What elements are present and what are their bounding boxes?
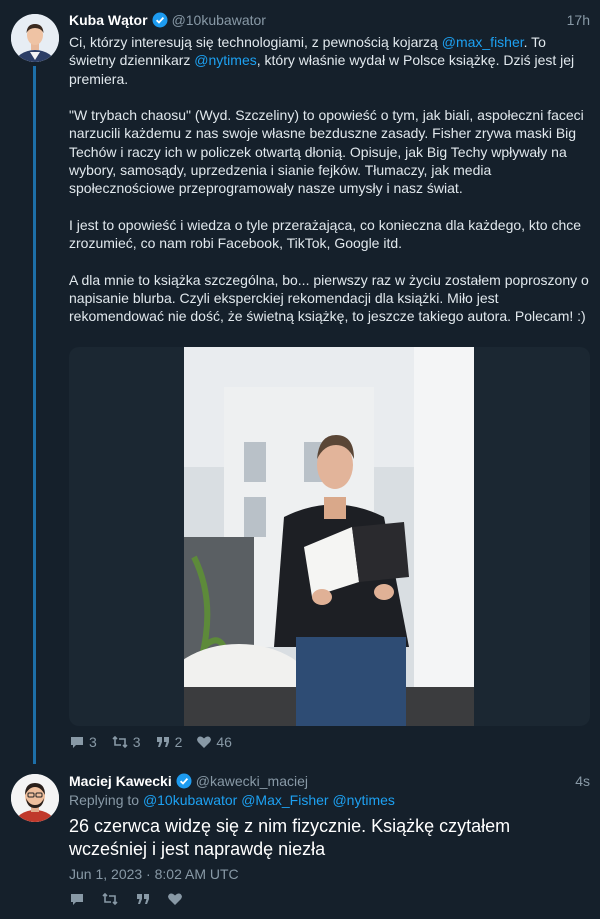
avatar-maciej-kawecki[interactable]	[11, 774, 59, 822]
retweet-button[interactable]	[101, 891, 119, 907]
author-name[interactable]: Kuba Wątor	[69, 12, 148, 28]
attached-photo[interactable]	[184, 347, 474, 726]
retweet-icon	[102, 892, 118, 906]
quote-button[interactable]	[135, 891, 151, 907]
verified-badge-icon	[176, 773, 192, 793]
quote-icon	[156, 737, 169, 747]
tweet-paragraph: A dla mnie to książka szczególna, bo... …	[69, 271, 589, 325]
thread-connector-line	[33, 66, 36, 764]
tweet-time[interactable]: 4s	[575, 772, 590, 790]
author-handle[interactable]: @10kubawator	[172, 12, 266, 28]
replying-to: Replying to @10kubawator @Max_Fisher @ny…	[69, 792, 395, 808]
tweet-date[interactable]: Jun 1, 2023 · 8:02 AM UTC	[69, 866, 239, 882]
mention-nytimes[interactable]: @nytimes	[332, 792, 394, 808]
tweet-header: Kuba Wątor @10kubawator 17h	[69, 11, 590, 32]
reply-button[interactable]	[69, 891, 85, 907]
mention-max-fisher[interactable]: @Max_Fisher	[241, 792, 328, 808]
comment-icon	[71, 894, 83, 905]
mention-10kubawator[interactable]: @10kubawator	[143, 792, 237, 808]
mention-max-fisher[interactable]: @max_fisher	[442, 34, 524, 50]
avatar-kuba-wator[interactable]	[11, 14, 59, 62]
author-name[interactable]: Maciej Kawecki	[69, 773, 172, 789]
retweet-count: 3	[132, 734, 141, 750]
tweet-paragraph: "W trybach chaosu" (Wyd. Szczeliny) to o…	[69, 107, 584, 197]
reply-button[interactable]: 3	[69, 734, 97, 750]
tweet-paragraph: I jest to opowieść i wiedza o tyle przer…	[69, 216, 582, 252]
tweet-header: Maciej Kawecki @kawecki_maciej 4s	[69, 772, 590, 793]
replying-label: Replying to	[69, 792, 140, 808]
verified-badge-icon	[152, 12, 168, 32]
tweet-time[interactable]: 17h	[567, 11, 590, 29]
author-handle[interactable]: @kawecki_maciej	[196, 773, 308, 789]
text-segment: Ci, którzy interesują się technologiami,…	[69, 34, 442, 50]
tweet-media[interactable]	[69, 347, 590, 726]
like-button[interactable]	[167, 891, 183, 907]
reply-count: 3	[89, 734, 97, 750]
tweet-text: 26 czerwca widzę się z nim fizycznie. Ks…	[69, 816, 511, 859]
tweet-text: Ci, którzy interesują się technologiami,…	[69, 33, 593, 344]
mention-nytimes[interactable]: @nytimes	[194, 52, 256, 68]
retweet-icon	[112, 735, 128, 749]
quote-icon	[137, 894, 149, 904]
like-button[interactable]: 46	[196, 734, 232, 750]
heart-icon	[168, 893, 182, 905]
quote-count: 2	[174, 734, 183, 750]
comment-icon	[71, 737, 83, 748]
tweet-paragraph: Ci, którzy interesują się technologiami,…	[69, 33, 593, 88]
like-count: 46	[216, 734, 232, 750]
retweet-button[interactable]: 3	[111, 734, 141, 750]
heart-icon	[197, 736, 212, 748]
tweet-actions: 3 3 2 46	[69, 734, 232, 750]
tweet-actions	[69, 891, 183, 907]
quote-button[interactable]: 2	[155, 734, 183, 750]
